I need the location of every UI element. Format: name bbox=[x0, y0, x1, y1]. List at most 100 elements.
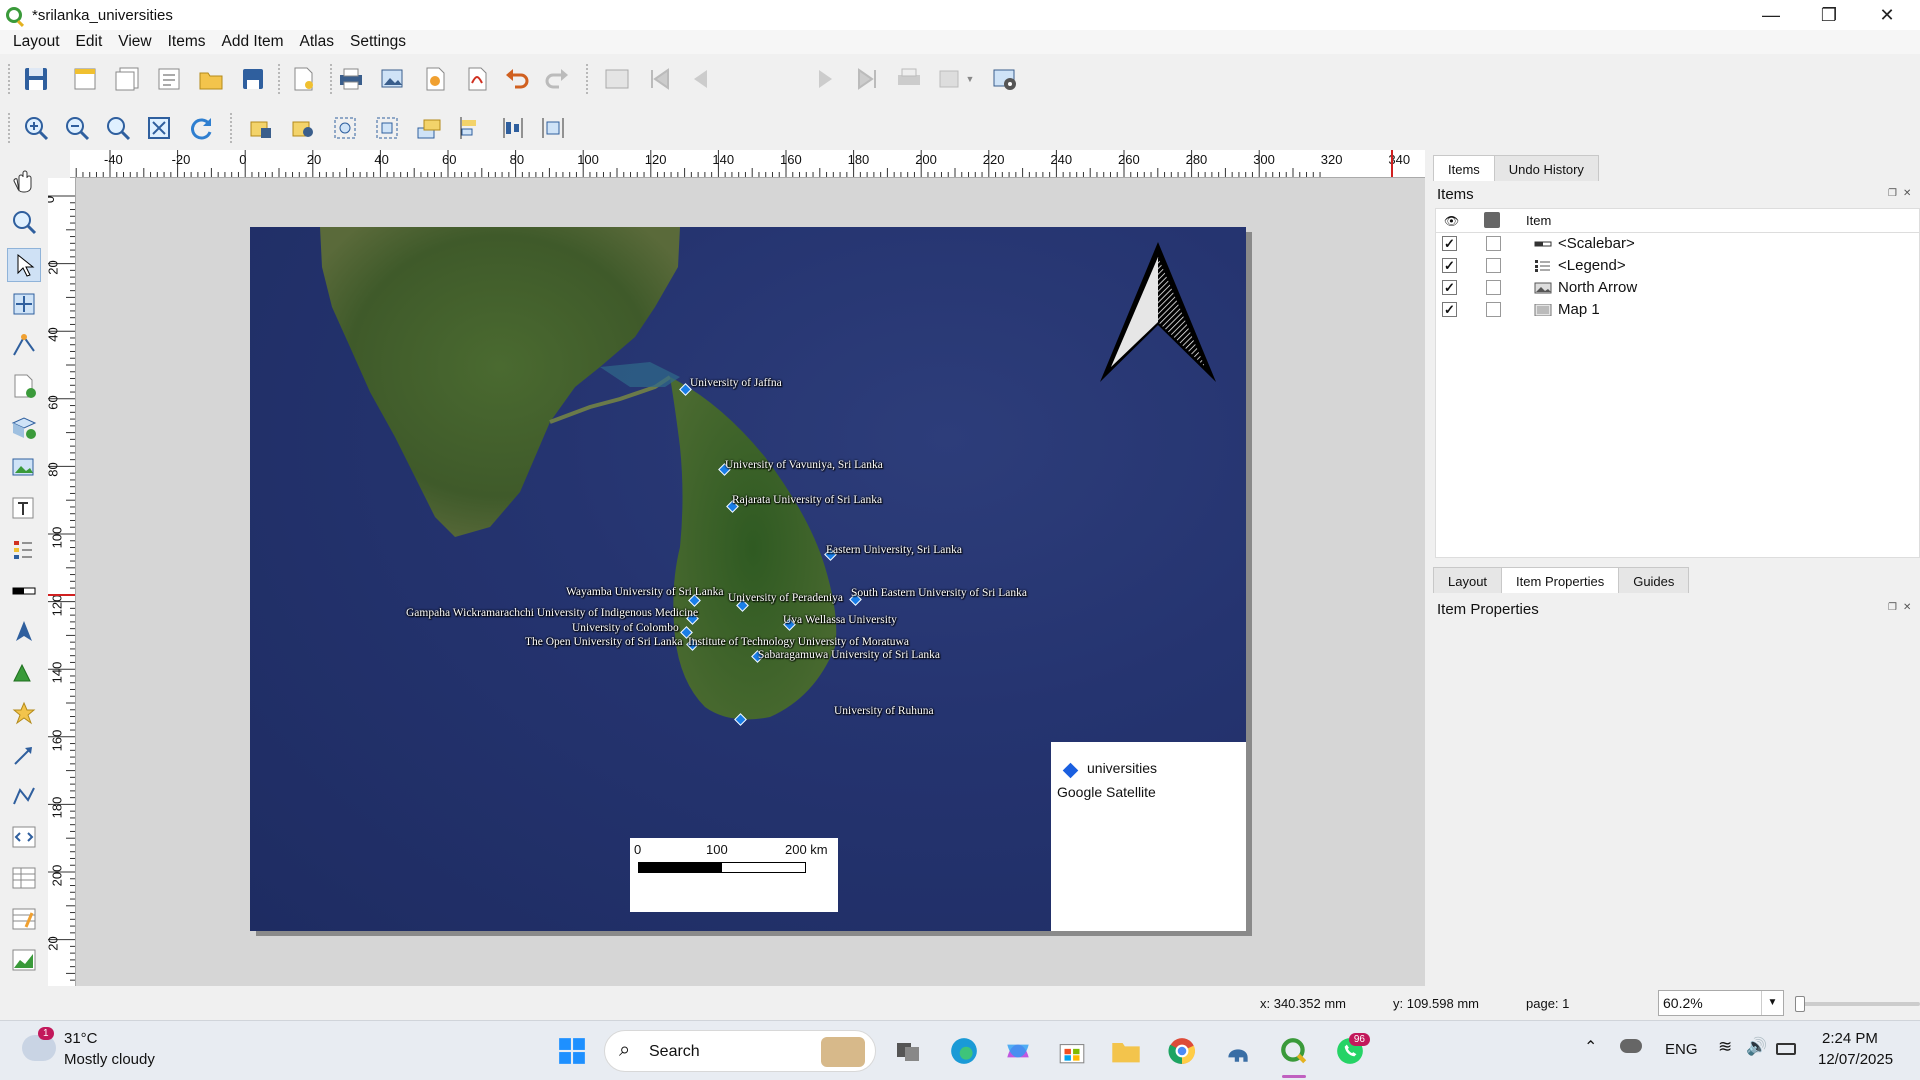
add-arrow-icon[interactable] bbox=[9, 740, 39, 770]
item-row[interactable]: ✓ North Arrow bbox=[1436, 277, 1919, 299]
add-page-icon[interactable] bbox=[9, 371, 39, 401]
select-tool-icon[interactable] bbox=[7, 248, 41, 282]
lock-checkbox[interactable] bbox=[1486, 236, 1501, 251]
menu-edit[interactable]: Edit bbox=[76, 33, 103, 51]
file-explorer-icon[interactable] bbox=[1106, 1031, 1146, 1071]
duplicate-layout-icon[interactable] bbox=[112, 64, 142, 94]
visibility-checkbox[interactable]: ✓ bbox=[1442, 258, 1457, 273]
lock-items-icon[interactable] bbox=[246, 113, 276, 143]
add-attribute-table-icon[interactable] bbox=[9, 863, 39, 893]
print-icon[interactable] bbox=[336, 64, 366, 94]
zoom-out-icon[interactable] bbox=[62, 113, 92, 143]
edge-icon[interactable] bbox=[944, 1031, 984, 1071]
add-fixed-table-icon[interactable] bbox=[9, 904, 39, 934]
map-item[interactable]: University of Jaffna University of Vavun… bbox=[250, 227, 1246, 931]
visibility-checkbox[interactable]: ✓ bbox=[1442, 236, 1457, 251]
battery-icon[interactable] bbox=[1776, 1043, 1796, 1055]
clock-date[interactable]: 12/07/2025 bbox=[1818, 1051, 1893, 1068]
horizontal-ruler[interactable]: -40 -20 0 20 40 60 80 100 120 140 160 18… bbox=[70, 150, 1425, 178]
zoom-in-icon[interactable] bbox=[21, 113, 51, 143]
float-dock-icon[interactable]: ❐ bbox=[1888, 602, 1897, 613]
add-html-icon[interactable] bbox=[9, 822, 39, 852]
item-row[interactable]: ✓ Map 1 bbox=[1436, 299, 1919, 321]
edit-nodes-icon[interactable] bbox=[9, 330, 39, 360]
vertical-ruler[interactable]: 0 20 40 60 80 100 120 140 160 180 200 20 bbox=[48, 178, 76, 986]
weather-desc[interactable]: Mostly cloudy bbox=[64, 1051, 155, 1068]
taskbar-search[interactable]: ⌕ Search bbox=[604, 1030, 876, 1072]
close-dock-icon[interactable]: ✕ bbox=[1903, 188, 1911, 199]
tab-guides[interactable]: Guides bbox=[1618, 567, 1690, 593]
lock-checkbox[interactable] bbox=[1486, 302, 1501, 317]
task-view-icon[interactable] bbox=[888, 1031, 928, 1071]
tab-items[interactable]: Items bbox=[1433, 155, 1495, 181]
resize-items-icon[interactable] bbox=[538, 113, 568, 143]
chrome-icon[interactable] bbox=[1162, 1031, 1202, 1071]
close-button[interactable]: ✕ bbox=[1858, 0, 1916, 30]
layout-canvas[interactable]: University of Jaffna University of Vavun… bbox=[76, 178, 1425, 986]
lock-checkbox[interactable] bbox=[1486, 280, 1501, 295]
save-template-icon[interactable] bbox=[238, 64, 268, 94]
first-feature-icon[interactable] bbox=[645, 64, 675, 94]
onedrive-icon[interactable] bbox=[1620, 1039, 1642, 1053]
add-picture-icon[interactable] bbox=[9, 453, 39, 483]
add-label-icon[interactable] bbox=[9, 494, 39, 524]
elephant-app-icon[interactable] bbox=[1218, 1031, 1258, 1071]
zoom-slider[interactable] bbox=[1795, 996, 1920, 1012]
menu-add-item[interactable]: Add Item bbox=[222, 33, 284, 51]
language-indicator[interactable]: ENG bbox=[1665, 1041, 1698, 1058]
visibility-checkbox[interactable]: ✓ bbox=[1442, 302, 1457, 317]
scalebar[interactable]: 0 100 200 km bbox=[630, 838, 838, 912]
zoom-actual-icon[interactable] bbox=[103, 113, 133, 143]
copilot-icon[interactable] bbox=[998, 1031, 1038, 1071]
last-feature-icon[interactable] bbox=[852, 64, 882, 94]
qgis-taskbar-icon[interactable] bbox=[1274, 1031, 1314, 1071]
zoom-slider-handle[interactable] bbox=[1795, 996, 1805, 1012]
item-row[interactable]: ✓ <Legend> bbox=[1436, 255, 1919, 277]
chevron-up-icon[interactable]: ⌃ bbox=[1584, 1037, 1597, 1057]
pan-tool-icon[interactable] bbox=[9, 166, 39, 196]
zoom-tool-icon[interactable] bbox=[9, 207, 39, 237]
chevron-down-icon[interactable]: ▼ bbox=[962, 64, 978, 94]
previous-feature-icon[interactable] bbox=[686, 64, 716, 94]
weather-temp[interactable]: 31°C bbox=[64, 1030, 98, 1047]
lock-checkbox[interactable] bbox=[1486, 258, 1501, 273]
menu-layout[interactable]: Layout bbox=[13, 33, 60, 51]
tab-undo-history[interactable]: Undo History bbox=[1493, 155, 1599, 181]
export-image-icon[interactable] bbox=[378, 64, 408, 94]
float-dock-icon[interactable]: ❐ bbox=[1888, 188, 1897, 199]
group-items-icon[interactable] bbox=[330, 113, 360, 143]
redo-icon[interactable] bbox=[542, 64, 572, 94]
tab-item-properties[interactable]: Item Properties bbox=[1501, 567, 1620, 593]
zoom-full-icon[interactable] bbox=[144, 113, 174, 143]
zoom-combo[interactable]: 60.2% ▼ bbox=[1658, 990, 1784, 1016]
store-icon[interactable] bbox=[1052, 1031, 1092, 1071]
lock-icon[interactable] bbox=[1484, 212, 1500, 228]
add-legend-icon[interactable] bbox=[9, 535, 39, 565]
layout-page[interactable]: University of Jaffna University of Vavun… bbox=[250, 227, 1246, 931]
export-pdf-icon[interactable] bbox=[462, 64, 492, 94]
item-row[interactable]: ✓ <Scalebar> bbox=[1436, 233, 1919, 255]
print-atlas-icon[interactable] bbox=[894, 64, 924, 94]
whatsapp-icon[interactable]: 96 bbox=[1330, 1031, 1370, 1071]
ungroup-items-icon[interactable] bbox=[372, 113, 402, 143]
chevron-down-icon[interactable]: ▼ bbox=[1761, 991, 1783, 1015]
restore-button[interactable]: ❐ bbox=[1800, 0, 1858, 30]
volume-icon[interactable]: 🔊 bbox=[1746, 1037, 1767, 1057]
export-svg-icon[interactable] bbox=[420, 64, 450, 94]
next-feature-icon[interactable] bbox=[810, 64, 840, 94]
open-template-icon[interactable] bbox=[196, 64, 226, 94]
raise-items-icon[interactable] bbox=[414, 113, 444, 143]
add-elevation-profile-icon[interactable] bbox=[9, 945, 39, 975]
visibility-checkbox[interactable]: ✓ bbox=[1442, 280, 1457, 295]
add-3d-map-icon[interactable] bbox=[9, 412, 39, 442]
atlas-preview-icon[interactable] bbox=[602, 64, 632, 94]
distribute-items-icon[interactable] bbox=[498, 113, 528, 143]
undo-icon[interactable] bbox=[502, 64, 532, 94]
refresh-icon[interactable] bbox=[186, 113, 216, 143]
unlock-items-icon[interactable] bbox=[288, 113, 318, 143]
legend[interactable]: universities Google Satellite bbox=[1051, 742, 1246, 931]
new-layout-icon[interactable] bbox=[70, 64, 100, 94]
add-north-arrow-icon[interactable] bbox=[9, 617, 39, 647]
clock-time[interactable]: 2:24 PM bbox=[1822, 1030, 1878, 1047]
wifi-icon[interactable]: ≋ bbox=[1718, 1037, 1732, 1057]
